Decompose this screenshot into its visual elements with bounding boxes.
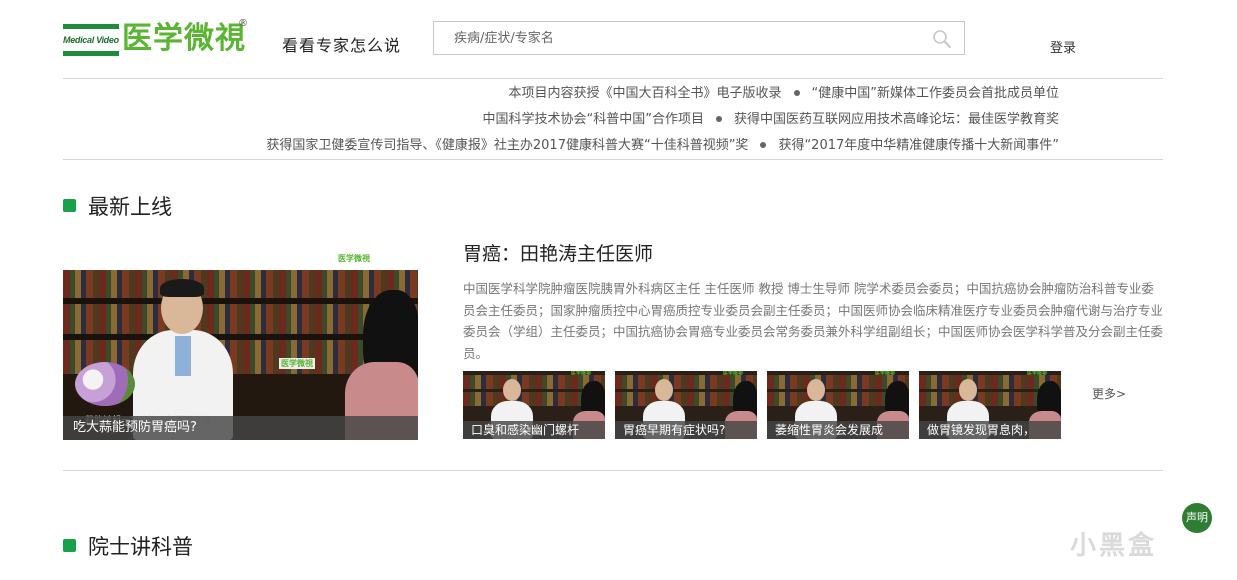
logo-registered-mark: ® [238, 18, 248, 29]
more-link[interactable]: 更多> [1092, 385, 1126, 402]
thumbnail-image: 医学微視 胃癌早期有症状吗? [615, 371, 757, 439]
thumbnail-image: 医学微視 做胃镜发现胃息肉， [919, 371, 1061, 439]
video-logo-watermark: 医学微視 [279, 358, 315, 369]
award-text: 本项目内容获授《中国大百科全书》电子版收录 [508, 86, 782, 101]
thumbnail-caption: 胃癌早期有症状吗? [615, 421, 757, 439]
flowers-decor [75, 362, 135, 406]
logo-bar-bottom [63, 51, 119, 56]
thumbnail-image: 医学微視 萎缩性胃炎会发展成 [767, 371, 909, 439]
thumbnail-caption: 做胃镜发现胃息肉， [919, 421, 1061, 439]
search-box [433, 21, 965, 55]
video-thumbnail-2[interactable]: 医学微視 胃癌早期有症状吗? [615, 371, 757, 439]
header-divider [63, 78, 1163, 79]
logo-mark: Medical Video [63, 24, 119, 56]
bullet-dot-icon [760, 141, 767, 148]
site-slogan: 看看专家怎么说 [282, 36, 402, 55]
bullet-dot-icon [793, 89, 800, 96]
award-text: 获得国家卫健委宣传司指导、《健康报》社主办2017健康科普大赛“十佳科普视频”奖 [266, 138, 749, 153]
video-thumbnail-4[interactable]: 医学微視 做胃镜发现胃息肉， [919, 371, 1061, 439]
award-text: “健康中国”新媒体工作委员会首批成员单位 [811, 86, 1059, 101]
award-text: 获得中国医药互联网应用技术高峰论坛：最佳医学教育奖 [733, 112, 1059, 127]
doctor-figure [807, 379, 825, 401]
bookshelf-decor [63, 270, 418, 298]
logo-chinese-text: 医学微視 [122, 21, 246, 56]
watermark-text: 小黑盒 [1070, 531, 1158, 561]
doctor-figure [503, 379, 521, 401]
award-line-1: 本项目内容获授《中国大百科全书》电子版收录 “健康中国”新媒体工作委员会首批成员单… [509, 85, 1060, 103]
video-logo-watermark: 医学微視 [338, 254, 370, 263]
awards-divider [63, 159, 1163, 160]
site-logo[interactable]: Medical Video 医学微視 ® [63, 18, 248, 60]
award-line-2: 中国科学技术协会“科普中国”合作项目 获得中国医药互联网应用技术高峰论坛：最佳医学… [483, 111, 1060, 129]
logo-english-text: Medical Video [63, 35, 119, 45]
section-divider [63, 470, 1163, 471]
feature-video[interactable]: 医学微視 医学微視 蒜能够起一定的治疗和预防作用 吃大蒜能预防胃癌吗? [63, 246, 418, 440]
award-text: 获得“2017年度中华精准健康传播十大新闻事件” [778, 138, 1059, 153]
section-title-text: 院士讲科普 [88, 535, 193, 559]
award-line-3: 获得国家卫健委宣传司指导、《健康报》社主办2017健康科普大赛“十佳科普视频”奖… [266, 137, 1059, 155]
video-thumbnail-3[interactable]: 医学微視 萎缩性胃炎会发展成 [767, 371, 909, 439]
search-icon[interactable] [932, 29, 952, 49]
doctor-figure [175, 336, 191, 376]
logo-bar-top [63, 24, 119, 29]
thumbnail-caption: 萎缩性胃炎会发展成 [767, 421, 909, 439]
doctor-figure [655, 379, 673, 401]
thumbnail-image: 医学微視 口臭和感染幽门螺杆 [463, 371, 605, 439]
video-thumbnail-1[interactable]: 医学微視 口臭和感染幽门螺杆 [463, 371, 605, 439]
search-input[interactable] [434, 22, 914, 54]
section-title-academician: 院士讲科普 [63, 534, 193, 560]
bullet-dot-icon [715, 115, 722, 122]
notice-button[interactable]: 声明 [1182, 503, 1212, 533]
section-title-text: 最新上线 [88, 195, 172, 219]
section-title-latest: 最新上线 [63, 194, 172, 220]
topic-description: 中国医学科学院肿瘤医院胰胃外科病区主任 主任医师 教授 博士生导师 院学术委员会… [463, 281, 1164, 361]
section-marker-icon [63, 539, 76, 552]
doctor-figure [160, 279, 204, 297]
topic-title[interactable]: 胃癌：田艳涛主任医师 [463, 241, 653, 267]
doctor-figure [959, 379, 977, 401]
thumbnail-caption: 口臭和感染幽门螺杆 [463, 421, 605, 439]
section-marker-icon [63, 199, 76, 212]
feature-video-caption: 吃大蒜能预防胃癌吗? [63, 416, 418, 440]
feature-video-thumbnail: 医学微視 蒜能够起一定的治疗和预防作用 吃大蒜能预防胃癌吗? [63, 270, 418, 440]
award-text: 中国科学技术协会“科普中国”合作项目 [482, 112, 704, 127]
login-link[interactable]: 登录 [1050, 37, 1076, 56]
